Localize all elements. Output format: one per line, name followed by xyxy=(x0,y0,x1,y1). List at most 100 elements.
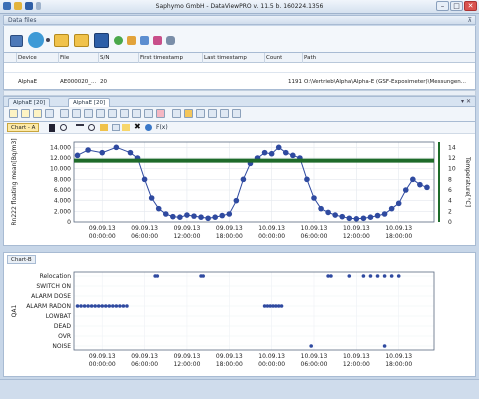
cell-path: O:\Vertrieb\Alpha\Alpha-E (GSF-Exposimet… xyxy=(304,79,466,85)
rn222-data-point xyxy=(360,215,367,222)
filter-row[interactable] xyxy=(4,63,475,73)
main-toolbar xyxy=(3,26,476,52)
category-label: ALARM DOSE xyxy=(31,293,71,300)
event-point xyxy=(107,304,112,308)
chart-b-label[interactable]: Chart-B xyxy=(7,255,36,264)
tab-alphae-1[interactable]: AlphaE [20] xyxy=(8,98,51,107)
add-folder-icon[interactable] xyxy=(54,34,69,47)
rn222-data-point xyxy=(162,211,169,217)
event-point xyxy=(368,274,373,278)
cell-count: 1191 xyxy=(288,79,302,85)
remove-folder-icon[interactable] xyxy=(74,34,89,47)
table-view-icon[interactable] xyxy=(60,109,69,118)
x-tick-label: 10.09.13 xyxy=(258,353,285,360)
rn222-data-point xyxy=(99,149,106,156)
x-tick-label: 06:00:00 xyxy=(131,361,158,368)
title-bar: Saphymo GmbH - DataViewPRO v. 11.5 b. 16… xyxy=(0,0,479,14)
column-header-file[interactable]: File xyxy=(60,55,69,61)
move-icon[interactable] xyxy=(45,109,54,118)
x-tick-label: 00:00:00 xyxy=(89,361,116,368)
x-tick-label: 06:00:00 xyxy=(301,233,328,240)
rn222-data-point xyxy=(177,214,183,220)
grid-view-icon[interactable] xyxy=(10,35,23,47)
function-button[interactable]: F(x) xyxy=(156,124,168,131)
column-header-count[interactable]: Count xyxy=(266,55,282,61)
panel-icon[interactable] xyxy=(220,109,229,118)
close-chart-icon[interactable]: ✖ xyxy=(134,122,141,131)
close-button[interactable]: ✕ xyxy=(464,1,477,11)
chart-a-label[interactable]: Chart - A xyxy=(7,123,40,132)
rn222-data-point xyxy=(346,215,353,222)
event-point xyxy=(396,274,401,278)
tab-alphae-2[interactable]: AlphaE [20] xyxy=(68,98,111,107)
rn222-data-point xyxy=(205,215,211,222)
rn222-data-point xyxy=(170,213,176,220)
grid-icon[interactable] xyxy=(208,109,217,118)
copy-icon[interactable] xyxy=(120,109,129,118)
event-point xyxy=(361,274,366,278)
flag-icon[interactable] xyxy=(156,109,165,118)
x-tick-label: 06:00:00 xyxy=(131,233,158,240)
print-icon[interactable] xyxy=(153,36,162,45)
info-icon[interactable] xyxy=(145,124,152,131)
column-header-path[interactable]: Path xyxy=(304,55,316,61)
maximize-button[interactable]: □ xyxy=(450,1,463,11)
list-icon[interactable] xyxy=(196,109,205,118)
box-icon[interactable] xyxy=(112,124,120,131)
zoom-in-icon[interactable] xyxy=(88,124,95,131)
chart-view-icon[interactable] xyxy=(72,109,81,118)
column-header-first-timestamp[interactable]: First timestamp xyxy=(140,55,183,61)
rn222-data-point xyxy=(374,212,381,219)
y2-tick-label: 0 xyxy=(448,219,452,226)
more-icon[interactable] xyxy=(232,109,241,118)
filter-icon[interactable] xyxy=(108,109,117,118)
event-point xyxy=(118,304,122,308)
rn222-data-point xyxy=(339,213,346,220)
export-icon[interactable] xyxy=(127,36,136,45)
category-label: Relocation xyxy=(40,273,72,280)
rn222-data-point xyxy=(417,181,423,188)
table-icon[interactable] xyxy=(140,36,149,45)
rn222-data-point xyxy=(402,187,409,193)
minimize-button[interactable]: – xyxy=(436,1,449,11)
y2-tick-label: 10 xyxy=(448,166,456,173)
column-header-sn[interactable]: S/N xyxy=(100,55,109,61)
pin-icon[interactable]: ⊼ xyxy=(468,17,472,24)
series-icon[interactable] xyxy=(84,109,93,118)
save-file-icon[interactable] xyxy=(94,33,109,48)
tab-controls[interactable]: ▾ ✕ xyxy=(461,98,471,105)
pan-icon[interactable] xyxy=(49,124,55,132)
dropdown-arrow-icon[interactable] xyxy=(46,38,50,42)
layout-icon[interactable] xyxy=(9,109,18,118)
folder-icon[interactable] xyxy=(100,124,108,131)
chart-a-plot[interactable]: 0 2.000 4.000 6.000 8.000 10.000 12.000 14.000 0… xyxy=(4,134,475,245)
event-point xyxy=(79,304,83,308)
image-icon[interactable] xyxy=(172,109,181,118)
settings-icon[interactable] xyxy=(132,109,141,118)
cell-file: AE000020_... xyxy=(60,79,97,85)
y-tick-label: 12.000 xyxy=(50,155,71,162)
export-chart-icon[interactable] xyxy=(96,109,105,118)
link-icon[interactable] xyxy=(166,36,175,45)
connect-device-icon[interactable] xyxy=(28,32,44,48)
event-point xyxy=(111,304,115,308)
y-tick-label: 2.000 xyxy=(54,208,71,215)
table-row[interactable]: AlphaE AE000020_... 20 1191 O:\Vertrieb\… xyxy=(4,77,475,87)
refresh-icon[interactable] xyxy=(114,36,123,45)
event-point xyxy=(82,304,87,308)
highlight-icon[interactable] xyxy=(122,124,130,131)
x-tick-label: 09.09.13 xyxy=(174,225,201,232)
y2-axis-title: Temperature[°C] xyxy=(464,156,471,207)
zoom-icon[interactable] xyxy=(60,124,67,131)
layout3-icon[interactable] xyxy=(33,109,42,118)
category-label: OVR xyxy=(58,333,71,340)
chart-b-panel: Chart-B Relocation SWITCH ON ALARM DOSE ALA… xyxy=(3,252,476,377)
layers-icon[interactable] xyxy=(184,109,193,118)
fit-icon[interactable] xyxy=(76,124,84,131)
chart-b-plot[interactable]: Relocation SWITCH ON ALARM DOSE ALARM RADON… xyxy=(4,266,475,376)
print-chart-icon[interactable] xyxy=(144,109,153,118)
y2-tick-label: 12 xyxy=(448,155,456,162)
column-header-device[interactable]: Device xyxy=(18,55,37,61)
column-header-last-timestamp[interactable]: Last timestamp xyxy=(204,55,247,61)
layout2-icon[interactable] xyxy=(21,109,30,118)
